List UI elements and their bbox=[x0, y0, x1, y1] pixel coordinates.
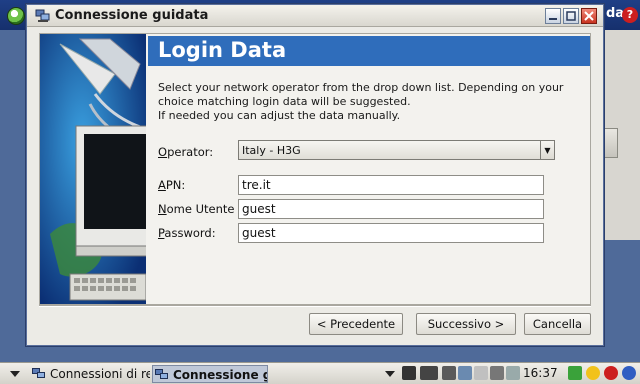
close-button[interactable] bbox=[581, 8, 597, 24]
battery-icon[interactable] bbox=[420, 366, 438, 380]
close-icon bbox=[584, 11, 594, 21]
password-label-rest: assword: bbox=[164, 226, 216, 240]
smiley-icon[interactable] bbox=[586, 366, 600, 380]
taskbar-scroll-left-icon[interactable] bbox=[10, 371, 20, 377]
minimize-button[interactable] bbox=[545, 8, 561, 24]
username-label-rest: ome Utente bbox=[166, 202, 235, 216]
maximize-button[interactable] bbox=[563, 8, 579, 24]
computer-and-cables-illustration bbox=[40, 34, 146, 304]
username-label: Nome Utente bbox=[158, 202, 234, 216]
wizard-content: Login Data Select your network operator … bbox=[39, 33, 591, 305]
instructions-line: If needed you can adjust the data manual… bbox=[158, 109, 401, 122]
start-menu-icon[interactable] bbox=[7, 7, 25, 25]
cancel-button[interactable]: Cancella bbox=[524, 313, 591, 335]
taskbar-scroll-right-icon[interactable] bbox=[385, 371, 395, 377]
page-title: Login Data bbox=[158, 38, 287, 62]
button-row-separator bbox=[39, 305, 591, 307]
taskbar-item-label: Connessioni di ret bbox=[50, 367, 150, 381]
volume-icon[interactable] bbox=[490, 366, 504, 380]
operator-label-mnemonic: O bbox=[158, 145, 168, 159]
taskbar-clock: 16:37 bbox=[523, 366, 558, 380]
taskbar-item-label: Connessione g bbox=[173, 368, 268, 382]
back-button[interactable]: < Precedente bbox=[309, 313, 403, 335]
background-window-button[interactable] bbox=[604, 128, 618, 158]
apn-label-mnemonic: A bbox=[158, 178, 166, 192]
password-input[interactable] bbox=[238, 223, 544, 243]
connection-wizard-dialog: Connessione guidata Login Data Select yo… bbox=[26, 4, 604, 346]
system-tray bbox=[398, 365, 640, 383]
network-computers-icon bbox=[32, 368, 45, 378]
help-icon[interactable]: ? bbox=[622, 7, 638, 23]
taskbar-item-wizard[interactable]: Connessione g bbox=[152, 365, 268, 383]
network-computers-icon bbox=[155, 369, 168, 379]
username-input[interactable] bbox=[238, 199, 544, 219]
input-method-icon[interactable] bbox=[474, 366, 488, 380]
keyboard-icon[interactable] bbox=[458, 366, 472, 380]
username-label-mnemonic: N bbox=[158, 202, 167, 216]
operator-selected-value: Italy - H3G bbox=[242, 144, 301, 157]
minimize-icon bbox=[549, 18, 557, 20]
network-status-icon[interactable] bbox=[506, 366, 520, 380]
power-icon[interactable] bbox=[604, 366, 618, 380]
wizard-side-illustration bbox=[40, 34, 146, 304]
next-button[interactable]: Successivo > bbox=[416, 313, 516, 335]
apn-label: APN: bbox=[158, 178, 185, 192]
maximize-icon bbox=[566, 11, 576, 21]
taskbar-item-connections[interactable]: Connessioni di ret bbox=[30, 365, 150, 383]
page-header-banner: Login Data bbox=[148, 36, 590, 66]
operator-label-rest: perator: bbox=[167, 145, 214, 159]
operator-label: Operator: bbox=[158, 145, 213, 159]
network-computers-icon bbox=[35, 9, 50, 22]
titlebar[interactable]: Connessione guidata bbox=[27, 5, 603, 27]
password-label: Password: bbox=[158, 226, 216, 240]
instructions-line: Select your network operator from the dr… bbox=[158, 81, 564, 94]
instructions-text: Select your network operator from the dr… bbox=[158, 81, 578, 123]
globe-icon[interactable] bbox=[622, 366, 636, 380]
dropdown-arrow-icon[interactable]: ▼ bbox=[541, 140, 555, 160]
desktop-grid-icon[interactable] bbox=[568, 366, 582, 380]
operator-dropdown[interactable]: Italy - H3G bbox=[238, 140, 541, 160]
instructions-line: choice matching login data will be sugge… bbox=[158, 95, 411, 108]
apn-input[interactable] bbox=[238, 175, 544, 195]
phone-icon[interactable] bbox=[402, 366, 416, 380]
window-title: Connessione guidata bbox=[55, 8, 209, 23]
display-icon[interactable] bbox=[442, 366, 456, 380]
apn-label-rest: PN: bbox=[165, 178, 186, 192]
